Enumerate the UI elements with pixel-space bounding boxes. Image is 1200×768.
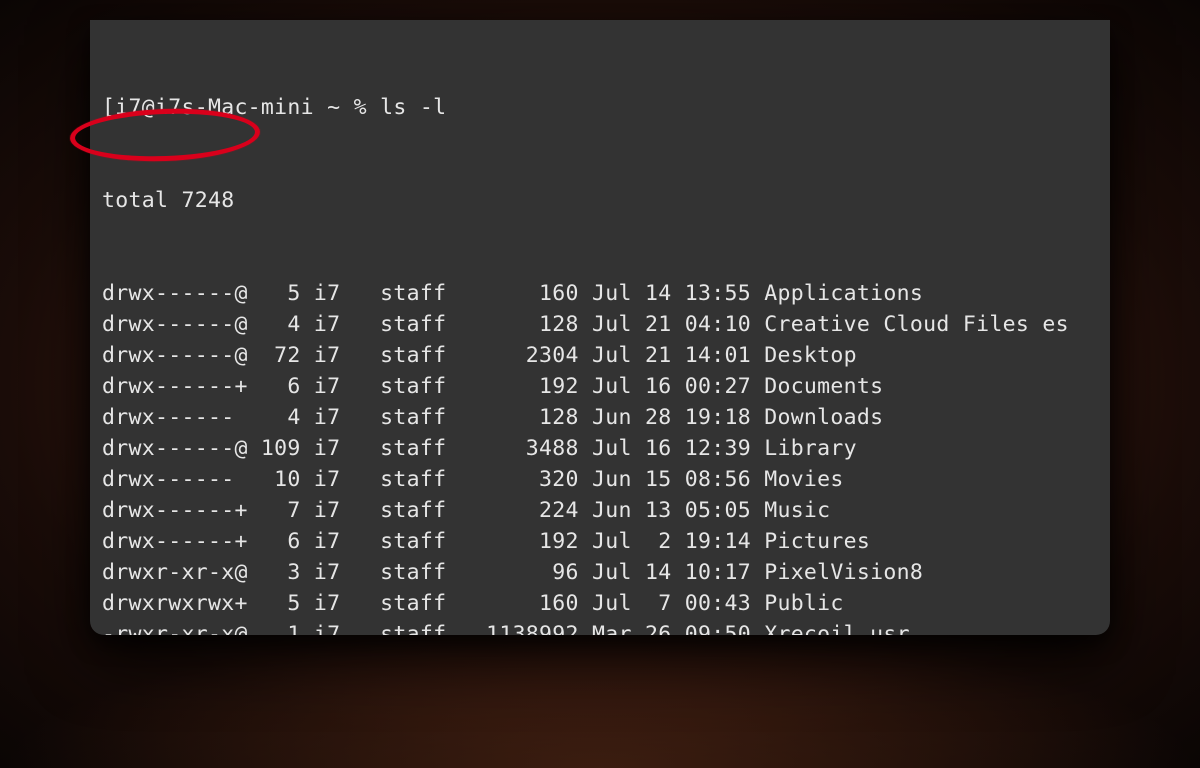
prompt-line: [i7@i7s-Mac-mini ~ % ls -l: [102, 92, 1102, 123]
listing-row: drwx------@ 5 i7 staff 160 Jul 14 13:55 …: [102, 278, 1102, 309]
listing-row: drwx------@ 4 i7 staff 128 Jul 21 04:10 …: [102, 309, 1102, 340]
listing-row: drwx------+ 6 i7 staff 192 Jul 2 19:14 P…: [102, 526, 1102, 557]
listing-row: drwx------@ 72 i7 staff 2304 Jul 21 14:0…: [102, 340, 1102, 371]
listing-row: drwx------+ 6 i7 staff 192 Jul 16 00:27 …: [102, 371, 1102, 402]
listing-row: drwx------ 4 i7 staff 128 Jun 28 19:18 D…: [102, 402, 1102, 433]
terminal-output[interactable]: [i7@i7s-Mac-mini ~ % ls -l total 7248 dr…: [102, 30, 1102, 635]
total-line: total 7248: [102, 185, 1102, 216]
listing-row: drwx------@ 109 i7 staff 3488 Jul 16 12:…: [102, 433, 1102, 464]
listing-row: drwx------ 10 i7 staff 320 Jun 15 08:56 …: [102, 464, 1102, 495]
listing-row: drwxrwxrwx+ 5 i7 staff 160 Jul 7 00:43 P…: [102, 588, 1102, 619]
listing-row: drwx------+ 7 i7 staff 224 Jun 13 05:05 …: [102, 495, 1102, 526]
listing-row: drwxr-xr-x@ 3 i7 staff 96 Jul 14 10:17 P…: [102, 557, 1102, 588]
terminal-window[interactable]: [i7@i7s-Mac-mini ~ % ls -l total 7248 dr…: [90, 20, 1110, 635]
background-glow: [0, 628, 1200, 768]
listing-row: -rwxr-xr-x@ 1 i7 staff 1138992 Mar 26 09…: [102, 619, 1102, 635]
